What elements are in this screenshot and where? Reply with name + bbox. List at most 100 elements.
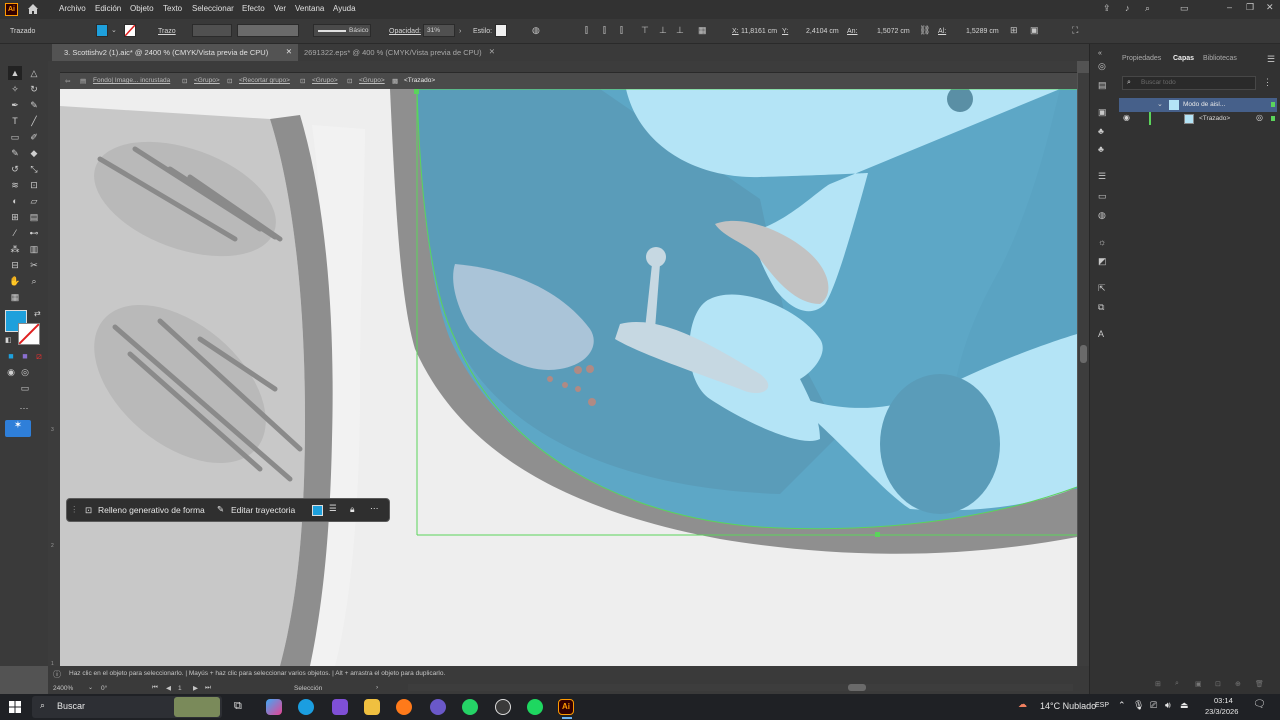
link-icon[interactable]: ⛓ bbox=[919, 26, 930, 35]
horizontal-scrollbar[interactable] bbox=[408, 684, 1073, 691]
align-left-icon[interactable]: ⫿ bbox=[585, 26, 588, 35]
breadcrumb-item[interactable]: <Trazado> bbox=[404, 77, 435, 84]
align-right-icon[interactable]: ⫿ bbox=[620, 26, 623, 35]
breadcrumb-item[interactable]: Fondo| Image... incrustada bbox=[93, 77, 170, 84]
stroke-weight-field[interactable] bbox=[192, 24, 232, 37]
free-transform-tool-icon[interactable]: ⊡ bbox=[27, 178, 41, 192]
tab-2691322[interactable]: 2691322.eps* @ 400 % (CMYK/Vista previa … bbox=[298, 44, 503, 61]
y-value[interactable]: 2,4104 cm bbox=[806, 28, 839, 35]
transform-icon[interactable]: ⊞ bbox=[1010, 26, 1018, 35]
task-view-icon[interactable]: ⧉ bbox=[234, 700, 242, 713]
volume-icon[interactable]: 🔊︎ bbox=[1165, 700, 1171, 711]
libraries-icon[interactable]: ▤ bbox=[1098, 81, 1107, 90]
appearance-icon[interactable]: ☼ bbox=[1098, 238, 1106, 247]
more-tools-icon[interactable]: ⋯ bbox=[17, 401, 31, 415]
illustrator-icon[interactable]: Ai bbox=[558, 699, 574, 715]
chevron-down-icon[interactable]: ⌄ bbox=[88, 684, 93, 691]
next-artboard-icon[interactable]: ▶ bbox=[193, 684, 198, 692]
artboard-nav-icon[interactable]: ▦ bbox=[8, 290, 22, 304]
stroke-label[interactable]: Trazo bbox=[158, 28, 176, 35]
eyedropper-tool-icon[interactable]: ⁄ bbox=[8, 226, 22, 240]
shape-icon[interactable]: ▣ bbox=[1030, 26, 1039, 35]
brushes-icon[interactable]: ♣ bbox=[1098, 127, 1104, 136]
align-top-icon[interactable]: ⊤ bbox=[641, 26, 649, 35]
hand-tool-icon[interactable]: ✋ bbox=[8, 274, 22, 288]
ruler-left[interactable]: 3 2 1 bbox=[48, 61, 60, 667]
back-arrow-icon[interactable]: ⇦ bbox=[65, 77, 70, 85]
opacity-label[interactable]: Opacidad: bbox=[389, 28, 421, 35]
type-tool-icon[interactable]: T bbox=[8, 114, 22, 128]
zoom-level[interactable]: 2400% bbox=[53, 685, 73, 692]
scroll-thumb[interactable] bbox=[1080, 345, 1087, 363]
zoom-tool-icon[interactable]: ⌕ bbox=[27, 274, 41, 288]
menu-archivo[interactable]: Archivo bbox=[59, 4, 86, 13]
transparency-panel-icon[interactable]: ◍ bbox=[1098, 211, 1106, 220]
close-icon[interactable]: ✕ bbox=[489, 47, 495, 56]
chevron-right-icon[interactable]: › bbox=[376, 684, 378, 691]
direct-selection-tool-icon[interactable]: △ bbox=[27, 66, 41, 80]
export-icon[interactable]: ⇱ bbox=[1098, 284, 1106, 293]
workspace-icon[interactable]: ▭ bbox=[1180, 4, 1189, 13]
paintbrush-tool-icon[interactable]: ✐ bbox=[27, 130, 41, 144]
minimize-icon[interactable]: – bbox=[1227, 3, 1232, 12]
mesh-tool-icon[interactable]: ⊞ bbox=[8, 210, 22, 224]
perspective-grid-tool-icon[interactable]: ▱ bbox=[27, 194, 41, 208]
search-icon[interactable]: ⌕ bbox=[1145, 4, 1150, 13]
notifications-icon[interactable]: 🗨︎ bbox=[1253, 699, 1266, 710]
filter-icon[interactable]: ⋮ bbox=[1263, 78, 1272, 87]
isolate-icon[interactable]: ⛶ bbox=[1072, 26, 1078, 35]
scroll-thumb[interactable] bbox=[848, 684, 866, 691]
chevron-up-icon[interactable]: ⌃ bbox=[1118, 700, 1126, 711]
last-artboard-icon[interactable]: ⏭ bbox=[205, 684, 211, 692]
layer-row-path[interactable]: ◉ <Trazado> ◎ bbox=[1119, 112, 1277, 126]
menu-ventana[interactable]: Ventana bbox=[295, 4, 324, 13]
line-tool-icon[interactable]: ╱ bbox=[27, 114, 41, 128]
anchor-point[interactable] bbox=[875, 532, 880, 537]
gradient-panel-icon[interactable]: ▭ bbox=[1098, 192, 1107, 201]
file-explorer-icon[interactable] bbox=[364, 699, 380, 715]
align-middle-icon[interactable]: ⊥ bbox=[659, 26, 667, 35]
image-trace-icon[interactable]: ▣ bbox=[1098, 108, 1107, 117]
generative-recolor-icon[interactable]: ✶ bbox=[5, 420, 31, 437]
style-swatch[interactable] bbox=[495, 24, 507, 37]
magic-wand-tool-icon[interactable]: ✧ bbox=[8, 82, 22, 96]
symbols-icon[interactable]: ♣ bbox=[1098, 145, 1104, 154]
first-artboard-icon[interactable]: ⏮ bbox=[152, 684, 158, 692]
color-guide-icon[interactable]: ◎ bbox=[1098, 62, 1106, 71]
selection-indicator[interactable] bbox=[1271, 116, 1275, 121]
menu-ayuda[interactable]: Ayuda bbox=[333, 4, 356, 13]
panel-menu-icon[interactable]: ☰ bbox=[1267, 55, 1275, 64]
stroke-color-swatch[interactable] bbox=[18, 323, 40, 345]
share-icon[interactable]: ⇪ bbox=[1103, 4, 1111, 13]
warp-tool-icon[interactable]: ≋ bbox=[8, 178, 22, 192]
graphic-styles-icon[interactable]: ◩ bbox=[1098, 257, 1107, 266]
width-value[interactable]: 1,5072 cm bbox=[877, 28, 910, 35]
variable-width-field[interactable] bbox=[237, 24, 299, 37]
chevron-down-icon[interactable]: ⌄ bbox=[1157, 100, 1163, 108]
color-mode-icon[interactable]: ■ bbox=[4, 349, 18, 363]
vertical-scrollbar[interactable] bbox=[1078, 73, 1089, 666]
eye-icon[interactable]: ◉ bbox=[1123, 113, 1130, 122]
microphone-icon[interactable]: 🎙︎ bbox=[1133, 700, 1144, 711]
weather-text[interactable]: 14°C Nublado bbox=[1040, 701, 1096, 711]
windows-start-icon[interactable] bbox=[9, 701, 21, 713]
recolor-icon[interactable]: ◍ bbox=[532, 26, 540, 35]
anchor-point[interactable] bbox=[414, 89, 419, 94]
breadcrumb-item[interactable]: <Recortar grupo> bbox=[239, 77, 290, 84]
height-value[interactable]: 1,5289 cm bbox=[966, 28, 999, 35]
artboard-tool-icon[interactable]: ⊟ bbox=[8, 258, 22, 272]
new-layer-icon[interactable]: ⊕ bbox=[1235, 680, 1241, 688]
ruler-top[interactable] bbox=[60, 61, 1077, 73]
tab-bibliotecas[interactable]: Bibliotecas bbox=[1203, 55, 1237, 62]
symbol-sprayer-tool-icon[interactable]: ⁂ bbox=[8, 242, 22, 256]
chrome-icon[interactable] bbox=[430, 699, 446, 715]
edit-path-button[interactable]: Editar trayectoria bbox=[231, 505, 295, 515]
tab-scottish[interactable]: 3. Scottishv2 (1).aic* @ 2400 % (CMYK/Vi… bbox=[52, 44, 298, 61]
close-window-icon[interactable]: ✕ bbox=[1266, 3, 1274, 12]
tab-capas[interactable]: Capas bbox=[1173, 55, 1194, 62]
usb-icon[interactable]: ⏏ bbox=[1180, 700, 1189, 711]
help-icon[interactable]: ⓘ bbox=[53, 669, 61, 680]
whatsapp-icon[interactable] bbox=[462, 699, 478, 715]
copilot-icon[interactable] bbox=[266, 699, 282, 715]
slice-tool-icon[interactable]: ✂ bbox=[27, 258, 41, 272]
